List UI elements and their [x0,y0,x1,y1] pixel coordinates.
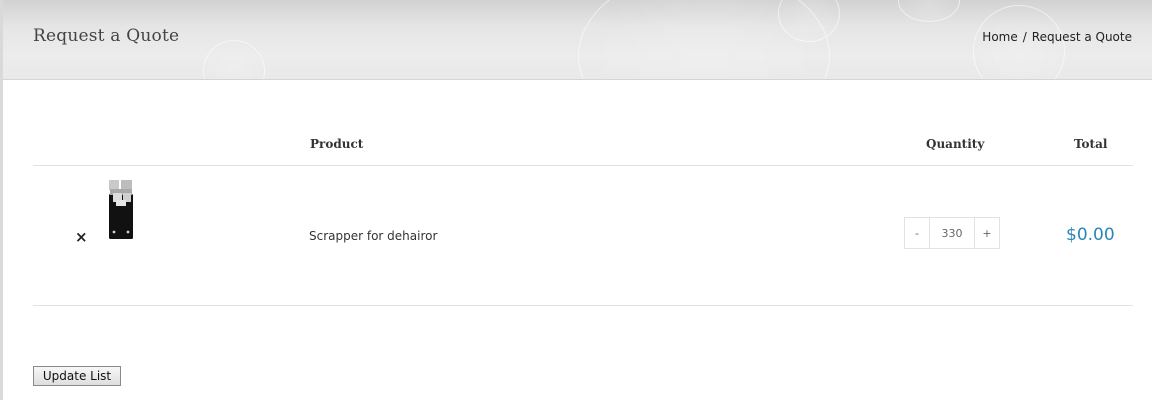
product-name: Scrapper for dehairor [309,229,438,243]
page-title: Request a Quote [33,26,180,46]
column-header-quantity: Quantity [926,137,985,151]
table-footer-divider [33,305,1133,306]
breadcrumb: Home / Request a Quote [982,30,1132,44]
column-header-total: Total [1074,137,1108,151]
quantity-decrease-button[interactable]: - [905,218,930,248]
page-header: Request a Quote Home / Request a Quote [3,0,1152,80]
update-list-button[interactable]: Update List [33,366,121,386]
header-bokeh-decoration [898,0,960,22]
quantity-input[interactable] [930,218,974,248]
quantity-increase-button[interactable]: + [974,218,999,248]
header-bokeh-decoration [203,40,265,79]
remove-item-button[interactable]: × [75,228,88,246]
breadcrumb-current: Request a Quote [1031,30,1132,44]
product-thumbnail[interactable] [108,180,134,240]
breadcrumb-separator: / [1022,30,1027,44]
table-header-divider [33,165,1133,166]
breadcrumb-home-link[interactable]: Home [982,30,1017,44]
quantity-stepper: - + [904,217,1000,249]
line-total: $0.00 [1066,225,1115,245]
column-header-product: Product [310,137,364,151]
